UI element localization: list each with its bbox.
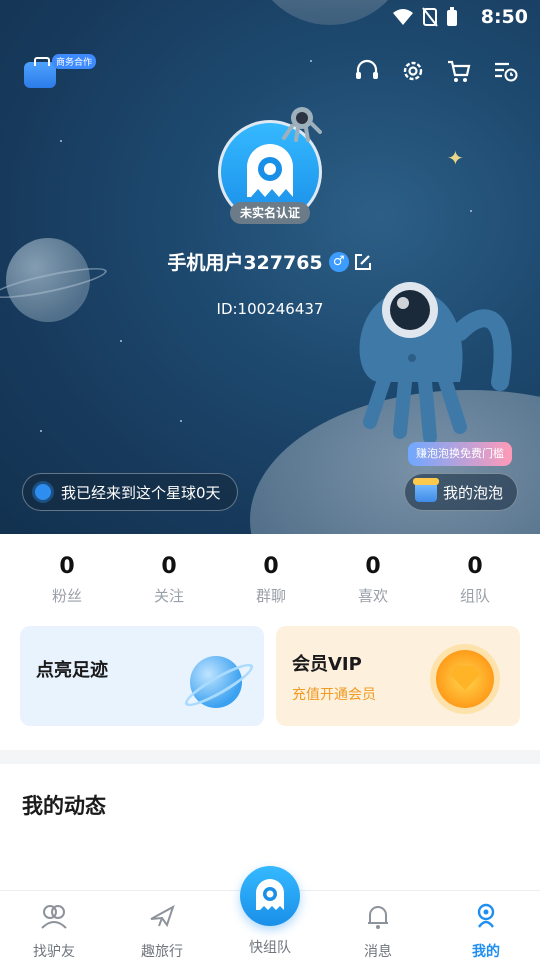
status-bar: 8:50 xyxy=(0,0,540,36)
male-icon: ♂ xyxy=(328,251,349,272)
tab-label: 消息 xyxy=(364,944,392,960)
planet-days-pill[interactable]: 我已经来到这个星球0天 xyxy=(22,473,238,511)
vip-title: 会员VIP xyxy=(292,654,362,675)
quick-team-button[interactable] xyxy=(240,866,300,926)
stat-value: 0 xyxy=(467,554,483,579)
plane-icon xyxy=(150,904,175,928)
headset-icon[interactable] xyxy=(354,58,380,84)
profile-icon xyxy=(477,903,495,928)
stat-following[interactable]: 0 关注 xyxy=(118,554,220,606)
tab-find-friends[interactable]: 找驴友 xyxy=(14,901,94,960)
tab-messages[interactable]: 消息 xyxy=(338,901,418,960)
planet-dot-icon xyxy=(35,484,51,500)
verification-badge: 未实名认证 xyxy=(230,202,310,224)
stat-group-chats[interactable]: 0 群聊 xyxy=(220,554,322,606)
no-sim-icon xyxy=(422,7,438,27)
footprint-title: 点亮足迹 xyxy=(36,660,108,681)
tab-label: 快组队 xyxy=(249,940,291,956)
tab-mine[interactable]: 我的 xyxy=(446,901,526,960)
bubble-tip: 赚泡泡换免费门槛 xyxy=(408,442,512,466)
footprint-card[interactable]: 点亮足迹 xyxy=(20,626,264,726)
diamond-sun-icon xyxy=(436,650,494,708)
tab-label: 找驴友 xyxy=(33,944,75,960)
username-row: 手机用户327765 ♂ xyxy=(0,248,540,275)
avatar[interactable]: 未实名认证 xyxy=(218,107,322,224)
stat-likes[interactable]: 0 喜欢 xyxy=(322,554,424,606)
my-bubble-label: 我的泡泡 xyxy=(443,483,504,502)
username: 手机用户327765 xyxy=(167,252,323,274)
profile-hero: ✦ 8:50 商务合作 未实名认证 手机用户327765 ♂ ID:100246… xyxy=(0,0,540,540)
feed-title: 我的动态 xyxy=(22,794,106,818)
gift-icon xyxy=(413,478,439,502)
stat-label: 喜欢 xyxy=(357,587,388,605)
stat-teams[interactable]: 0 组队 xyxy=(424,554,526,606)
my-bubble-button[interactable]: 我的泡泡 xyxy=(404,473,519,511)
globe-icon xyxy=(190,656,242,708)
status-time: 8:50 xyxy=(480,6,528,28)
gear-icon[interactable] xyxy=(400,58,426,84)
briefcase-icon xyxy=(24,57,56,88)
history-icon[interactable] xyxy=(492,58,518,84)
tab-label: 趣旅行 xyxy=(141,944,183,960)
stat-value: 0 xyxy=(59,554,75,579)
tab-quick-team[interactable]: 快组队 xyxy=(230,937,310,957)
business-tag: 商务合作 xyxy=(52,54,97,69)
stat-label: 关注 xyxy=(153,587,184,605)
bell-icon xyxy=(368,906,388,929)
tab-fun-travel[interactable]: 趣旅行 xyxy=(122,901,202,960)
cart-icon[interactable] xyxy=(446,58,472,84)
business-cooperation-button[interactable]: 商务合作 xyxy=(24,54,97,90)
mascot-icon xyxy=(256,879,284,910)
stat-label: 群聊 xyxy=(255,587,286,605)
sparkle-icon: ✦ xyxy=(447,146,464,170)
friends-icon xyxy=(41,905,67,929)
vip-subtitle: 充值开通会员 xyxy=(292,687,376,703)
battery-icon xyxy=(447,7,457,26)
edit-icon[interactable] xyxy=(353,252,373,272)
user-id: ID:100246437 xyxy=(216,300,324,318)
planet-days-label: 我已经来到这个星球0天 xyxy=(61,483,221,502)
stat-fans[interactable]: 0 粉丝 xyxy=(16,554,118,606)
vip-card[interactable]: 会员VIP 充值开通会员 xyxy=(276,626,520,726)
header-actions xyxy=(354,58,518,84)
stat-value: 0 xyxy=(161,554,177,579)
stat-value: 0 xyxy=(263,554,279,579)
mascot-illustration xyxy=(359,282,512,444)
tab-label: 我的 xyxy=(472,944,500,960)
stat-value: 0 xyxy=(365,554,381,579)
wifi-icon xyxy=(393,9,413,25)
stat-label: 粉丝 xyxy=(51,587,82,605)
octopus-sticker-icon xyxy=(282,107,322,142)
stat-label: 组队 xyxy=(459,587,490,605)
stats-row: 0 粉丝 0 关注 0 群聊 0 喜欢 0 组队 xyxy=(0,554,540,606)
profile-panel: 0 粉丝 0 关注 0 群聊 0 喜欢 0 组队 点亮足迹 会员VIP 充值开通… xyxy=(0,534,540,750)
